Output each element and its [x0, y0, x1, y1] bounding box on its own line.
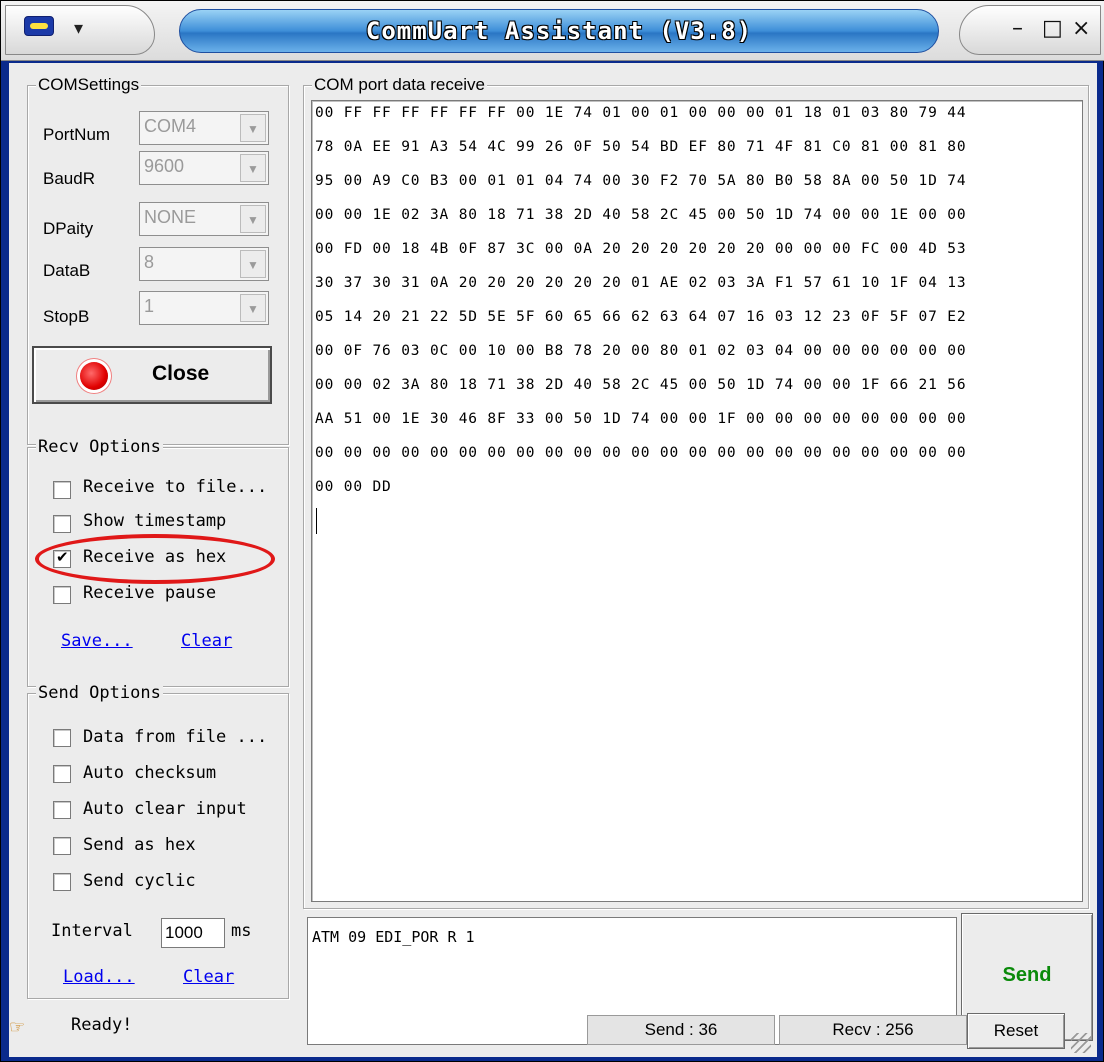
app-window: ▾ CommUart Assistant (V3.8) – □ × COMSet…	[0, 0, 1104, 1062]
chevron-down-icon[interactable]: ▼	[240, 250, 266, 278]
send-clear-link[interactable]: Clear	[183, 967, 234, 987]
auto-clear-input-label[interactable]: Auto clear input	[83, 799, 247, 819]
chevron-down-icon[interactable]: ▼	[240, 294, 266, 322]
data-bits-label: DataB	[43, 261, 91, 280]
hex-line: AA 51 00 1E 30 46 8F 33 00 50 1D 74 00 0…	[315, 411, 967, 427]
data-from-file-label[interactable]: Data from file ...	[83, 727, 267, 747]
reset-button[interactable]: Reset	[967, 1013, 1065, 1049]
show-timestamp-label[interactable]: Show timestamp	[83, 511, 226, 531]
receive-to-file-label[interactable]: Receive to file...	[83, 477, 267, 497]
text-caret	[316, 508, 317, 534]
data-from-file-checkbox[interactable]	[53, 729, 71, 747]
chevron-down-icon[interactable]: ▼	[240, 114, 266, 142]
receive-pause-label[interactable]: Receive pause	[83, 583, 216, 603]
resize-grip-icon[interactable]	[1071, 1033, 1091, 1053]
chevron-down-icon[interactable]: ▼	[240, 205, 266, 233]
status-text: Ready!	[71, 1015, 133, 1035]
parity-select[interactable]: NONE ▼	[139, 202, 269, 236]
recv-count: Recv : 256	[779, 1015, 967, 1045]
hex-line: 00 0F 76 03 0C 00 10 00 B8 78 20 00 80 0…	[315, 343, 967, 359]
send-input-value: ATM 09 EDI_POR R 1	[312, 928, 475, 946]
baud-rate-label: BaudR	[43, 169, 95, 188]
auto-clear-input-checkbox[interactable]	[53, 801, 71, 819]
send-count-text: Send : 36	[644, 1020, 718, 1039]
title-bar[interactable]: ▾ CommUart Assistant (V3.8) – □ ×	[1, 1, 1104, 61]
baud-rate-select[interactable]: 9600 ▼	[139, 151, 269, 185]
baud-rate-value: 9600	[144, 156, 185, 176]
send-as-hex-label[interactable]: Send as hex	[83, 835, 196, 855]
parity-label: DPaity	[43, 219, 94, 238]
close-port-label: Close	[152, 362, 210, 385]
recv-count-text: Recv : 256	[832, 1020, 914, 1039]
interval-value: 1000	[165, 923, 203, 942]
hex-line: 00 00 DD	[315, 479, 392, 495]
hex-line: 00 00 02 3A 80 18 71 38 2D 40 58 2C 45 0…	[315, 377, 967, 393]
recv-options-legend: Recv Options	[36, 437, 163, 457]
data-bits-value: 8	[144, 252, 155, 272]
stop-bits-value: 1	[144, 296, 155, 316]
send-count: Send : 36	[587, 1015, 775, 1045]
auto-checksum-label[interactable]: Auto checksum	[83, 763, 216, 783]
hand-icon: ☞	[9, 1017, 26, 1037]
hex-line: 05 14 20 21 22 5D 5E 5F 60 65 66 62 63 6…	[315, 309, 967, 325]
load-link[interactable]: Load...	[63, 967, 135, 987]
auto-checksum-checkbox[interactable]	[53, 765, 71, 783]
send-cyclic-label[interactable]: Send cyclic	[83, 871, 196, 891]
hex-line: 95 00 A9 C0 B3 00 01 01 04 74 00 30 F2 7…	[315, 173, 967, 189]
system-menu-button[interactable]: ▾	[5, 5, 155, 55]
hex-line: 00 FD 00 18 4B 0F 87 3C 00 0A 20 20 20 2…	[315, 241, 967, 257]
interval-unit: ms	[231, 921, 252, 941]
interval-label: Interval	[51, 921, 133, 941]
send-button-label: Send	[1002, 964, 1052, 986]
window-controls: – □ ×	[959, 5, 1101, 55]
save-link[interactable]: Save...	[61, 631, 133, 651]
recv-clear-link[interactable]: Clear	[181, 631, 232, 651]
receive-data-textarea[interactable]: 00 FF FF FF FF FF FF 00 1E 74 01 00 01 0…	[311, 100, 1083, 902]
hex-line: 78 0A EE 91 A3 54 4C 99 26 0F 50 54 BD E…	[315, 139, 967, 155]
receive-to-file-checkbox[interactable]	[53, 481, 71, 499]
client-area: COMSettings PortNum COM4 ▼ BaudR 9600 ▼ …	[9, 63, 1097, 1057]
close-window-icon[interactable]: ×	[1072, 16, 1090, 41]
receive-panel-legend: COM port data receive	[312, 75, 488, 95]
chevron-down-icon[interactable]: ▼	[240, 154, 266, 182]
close-port-button[interactable]: Close	[32, 346, 272, 404]
app-icon	[24, 16, 54, 36]
maximize-icon[interactable]: □	[1042, 16, 1063, 41]
show-timestamp-checkbox[interactable]	[53, 515, 71, 533]
port-num-select[interactable]: COM4 ▼	[139, 111, 269, 145]
send-options-legend: Send Options	[36, 683, 163, 703]
reset-button-label: Reset	[993, 1021, 1039, 1040]
com-settings-legend: COMSettings	[36, 75, 142, 95]
chevron-down-icon: ▾	[74, 18, 84, 38]
hex-line: 00 FF FF FF FF FF FF 00 1E 74 01 00 01 0…	[315, 105, 967, 121]
hex-line: 00 00 00 00 00 00 00 00 00 00 00 00 00 0…	[315, 445, 967, 461]
title-pill: CommUart Assistant (V3.8)	[179, 9, 939, 53]
port-status-indicator-icon	[80, 362, 108, 390]
window-title: CommUart Assistant (V3.8)	[365, 17, 753, 45]
receive-pause-checkbox[interactable]	[53, 586, 71, 604]
data-bits-select[interactable]: 8 ▼	[139, 247, 269, 281]
minimize-icon[interactable]: –	[1012, 16, 1023, 41]
port-num-label: PortNum	[43, 125, 111, 144]
hex-line: 30 37 30 31 0A 20 20 20 20 20 20 01 AE 0…	[315, 275, 967, 291]
send-cyclic-checkbox[interactable]	[53, 873, 71, 891]
parity-value: NONE	[144, 207, 197, 227]
stop-bits-label: StopB	[43, 307, 90, 326]
hex-line: 00 00 1E 02 3A 80 18 71 38 2D 40 58 2C 4…	[315, 207, 967, 223]
interval-input[interactable]: 1000	[161, 918, 225, 948]
port-num-value: COM4	[144, 116, 197, 136]
stop-bits-select[interactable]: 1 ▼	[139, 291, 269, 325]
send-as-hex-checkbox[interactable]	[53, 837, 71, 855]
highlight-ellipse	[35, 534, 275, 584]
